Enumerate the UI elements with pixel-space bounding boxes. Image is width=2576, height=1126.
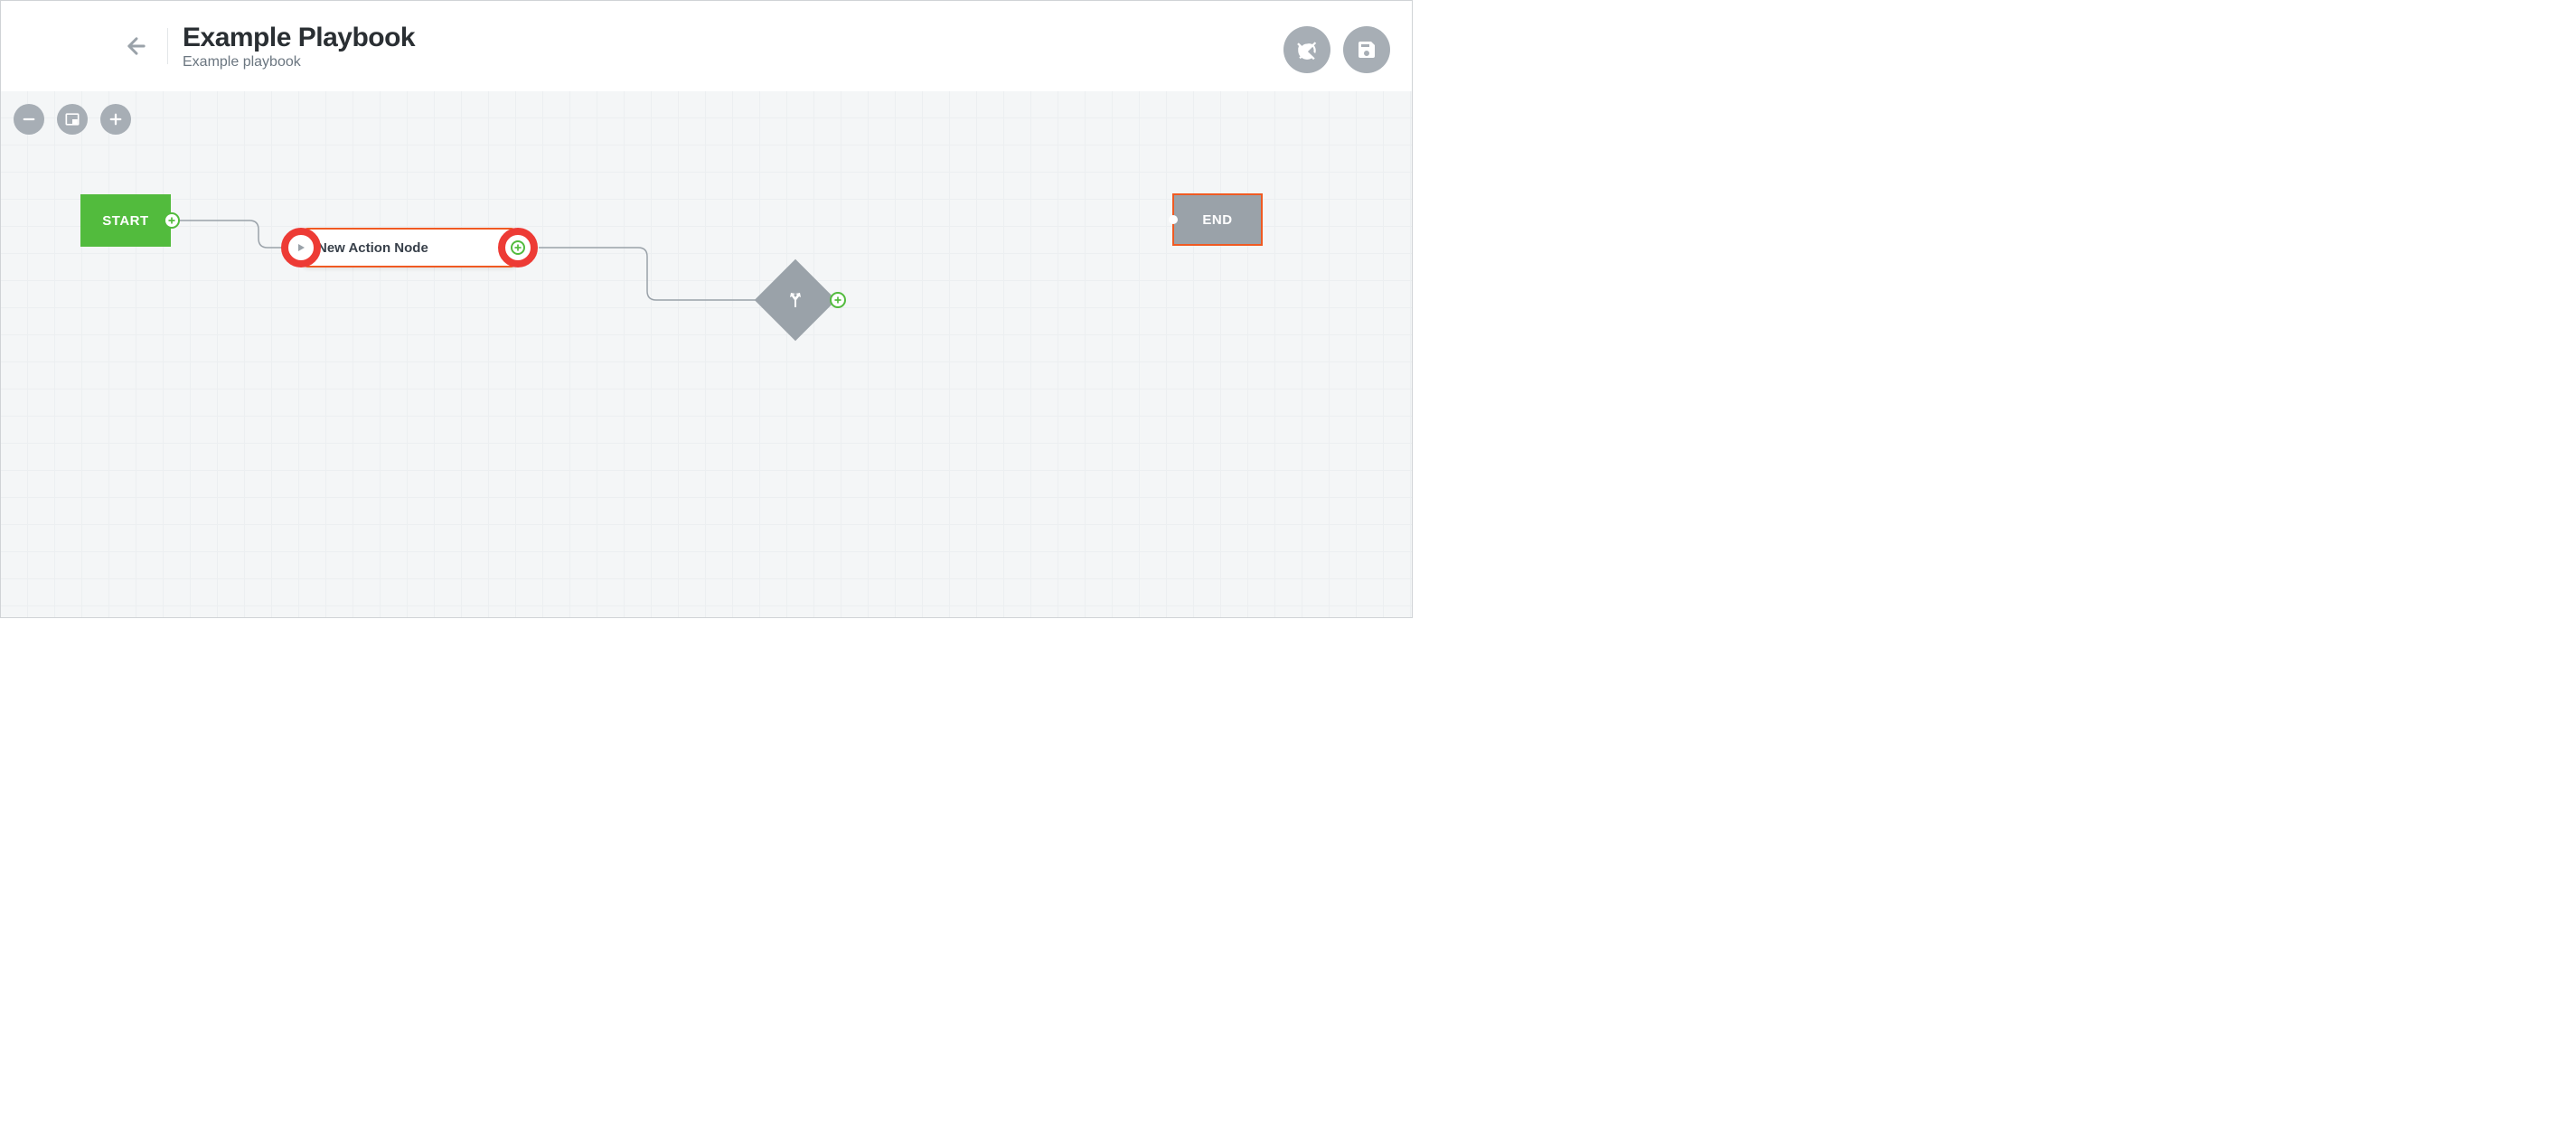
connector-action-to-decision: [539, 248, 774, 320]
header-bar: Example Playbook Example playbook: [1, 1, 1412, 91]
arrow-left-icon: [124, 33, 149, 59]
back-button[interactable]: [118, 28, 155, 64]
plus-icon: [513, 243, 522, 252]
start-node-label: START: [102, 213, 148, 229]
decision-node[interactable]: [766, 271, 824, 329]
split-arrows-icon: [785, 289, 806, 311]
action-node[interactable]: New Action Node: [301, 228, 518, 267]
end-node-input-port[interactable]: [1169, 215, 1178, 224]
play-icon: [296, 242, 306, 253]
action-node-output-port[interactable]: [498, 228, 538, 267]
alarm-off-button[interactable]: [1283, 26, 1330, 73]
plus-icon: [167, 216, 176, 225]
plus-icon: [108, 111, 124, 127]
end-node-label: END: [1202, 212, 1232, 228]
fit-screen-icon: [63, 110, 81, 128]
page-title: Example Playbook: [183, 23, 415, 52]
zoom-in-button[interactable]: [100, 104, 131, 135]
alarm-off-icon: [1295, 38, 1319, 61]
zoom-out-button[interactable]: [14, 104, 44, 135]
decision-node-add-port[interactable]: [830, 292, 846, 308]
start-node-add-port[interactable]: [164, 212, 180, 229]
start-node[interactable]: START: [80, 194, 171, 247]
plus-icon: [833, 296, 842, 305]
action-node-label: New Action Node: [317, 240, 428, 256]
save-button[interactable]: [1343, 26, 1390, 73]
minus-icon: [21, 111, 37, 127]
header-divider: [167, 28, 168, 64]
save-icon: [1356, 39, 1377, 61]
flow-canvas[interactable]: START New Action Node: [1, 91, 1412, 617]
zoom-fit-button[interactable]: [57, 104, 88, 135]
end-node[interactable]: END: [1172, 193, 1263, 246]
action-node-input-port[interactable]: [281, 228, 321, 267]
page-subtitle: Example playbook: [183, 54, 415, 70]
